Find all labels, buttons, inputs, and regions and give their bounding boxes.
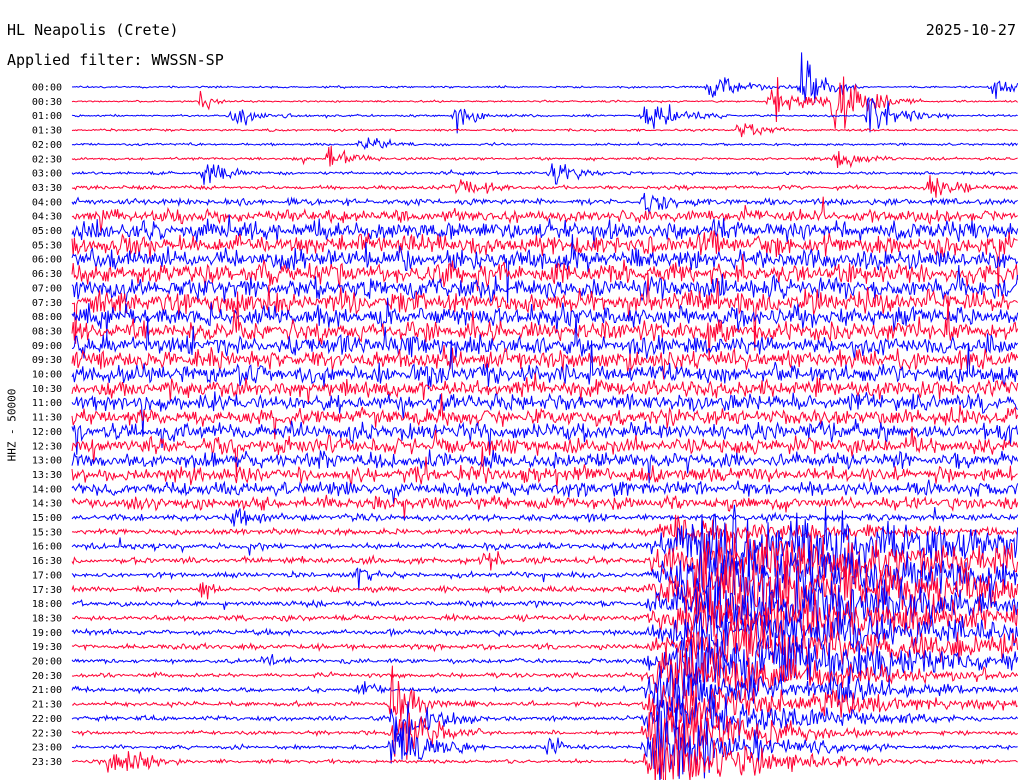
trace-2230: [71, 704, 1018, 766]
time-label: 22:00: [32, 714, 62, 725]
time-label: 00:30: [32, 97, 62, 108]
trace-2330: [71, 733, 1018, 780]
trace-2000: [71, 626, 1019, 696]
time-label: 23:30: [32, 757, 62, 768]
trace-1800: [71, 570, 1019, 637]
trace-0300: [71, 163, 1018, 185]
time-label: 19:00: [32, 628, 62, 639]
trace-1430: [71, 494, 1019, 519]
time-label: 17:00: [32, 570, 62, 581]
time-label: 21:00: [32, 685, 62, 696]
helicorder-plot: 00:00 00:30 01:00 01:30 02:00 02:30 03:00 03:30…: [32, 52, 1019, 780]
trace-0400: [71, 192, 1018, 214]
time-label: 14:00: [32, 484, 62, 495]
trace-1230: [71, 426, 1019, 478]
time-label: 14:30: [32, 499, 62, 510]
time-label: 05:30: [32, 240, 62, 251]
trace-0330: [71, 175, 1018, 198]
trace-1330: [71, 446, 1018, 490]
time-label: 11:00: [32, 398, 62, 409]
time-label: 01:30: [32, 126, 62, 137]
time-label: 10:30: [32, 384, 62, 395]
time-label: 07:00: [32, 283, 62, 294]
trace-0000: [71, 52, 1019, 103]
time-label: 04:00: [32, 197, 62, 208]
time-label: 09:00: [32, 341, 62, 352]
trace-1300: [71, 449, 1019, 484]
seismogram-page: HL Neapolis (Crete) 2025-10-27 Applied f…: [0, 0, 1024, 780]
trace-1500: [71, 507, 1019, 527]
time-label: 02:30: [32, 154, 62, 165]
time-label: 15:00: [32, 513, 62, 524]
time-label: 02:00: [32, 140, 62, 151]
time-label-group: 00:00 00:30 01:00 01:30 02:00 02:30 03:00 03:30…: [32, 83, 62, 768]
time-label: 22:30: [32, 728, 62, 739]
time-label: 15:30: [32, 527, 62, 538]
time-label: 13:30: [32, 470, 62, 481]
time-label: 16:00: [32, 542, 62, 553]
time-label: 08:30: [32, 326, 62, 337]
time-label: 10:00: [32, 370, 62, 381]
trace-0100: [71, 96, 1018, 134]
trace-2200: [71, 684, 1018, 760]
time-label: 08:00: [32, 312, 62, 323]
time-label: 12:30: [32, 441, 62, 452]
time-label: 00:00: [32, 83, 62, 94]
time-label: 17:30: [32, 585, 62, 596]
time-label: 01:00: [32, 111, 62, 122]
time-label: 19:30: [32, 642, 62, 653]
trace-0730: [71, 272, 1018, 351]
time-label: 20:00: [32, 657, 62, 668]
time-label: 03:30: [32, 183, 62, 194]
trace-0200: [71, 137, 1018, 151]
time-label: 20:30: [32, 671, 62, 682]
time-label: 07:30: [32, 298, 62, 309]
time-label: 18:30: [32, 613, 62, 624]
trace-0130: [71, 123, 1018, 138]
trace-2100: [71, 662, 1019, 722]
time-label: 04:30: [32, 212, 62, 223]
time-label: 09:30: [32, 355, 62, 366]
trace-0030: [71, 76, 1018, 129]
time-label: 03:00: [32, 169, 62, 180]
trace-0800: [71, 297, 1019, 336]
time-label: 11:30: [32, 413, 62, 424]
time-label: 16:30: [32, 556, 62, 567]
time-label: 21:30: [32, 700, 62, 711]
time-label: 06:00: [32, 255, 62, 266]
time-label: 06:30: [32, 269, 62, 280]
time-label: 05:00: [32, 226, 62, 237]
trace-group: [71, 52, 1019, 780]
time-label: 12:00: [32, 427, 62, 438]
time-label: 18:00: [32, 599, 62, 610]
time-label: 23:00: [32, 743, 62, 754]
time-label: 13:00: [32, 456, 62, 467]
